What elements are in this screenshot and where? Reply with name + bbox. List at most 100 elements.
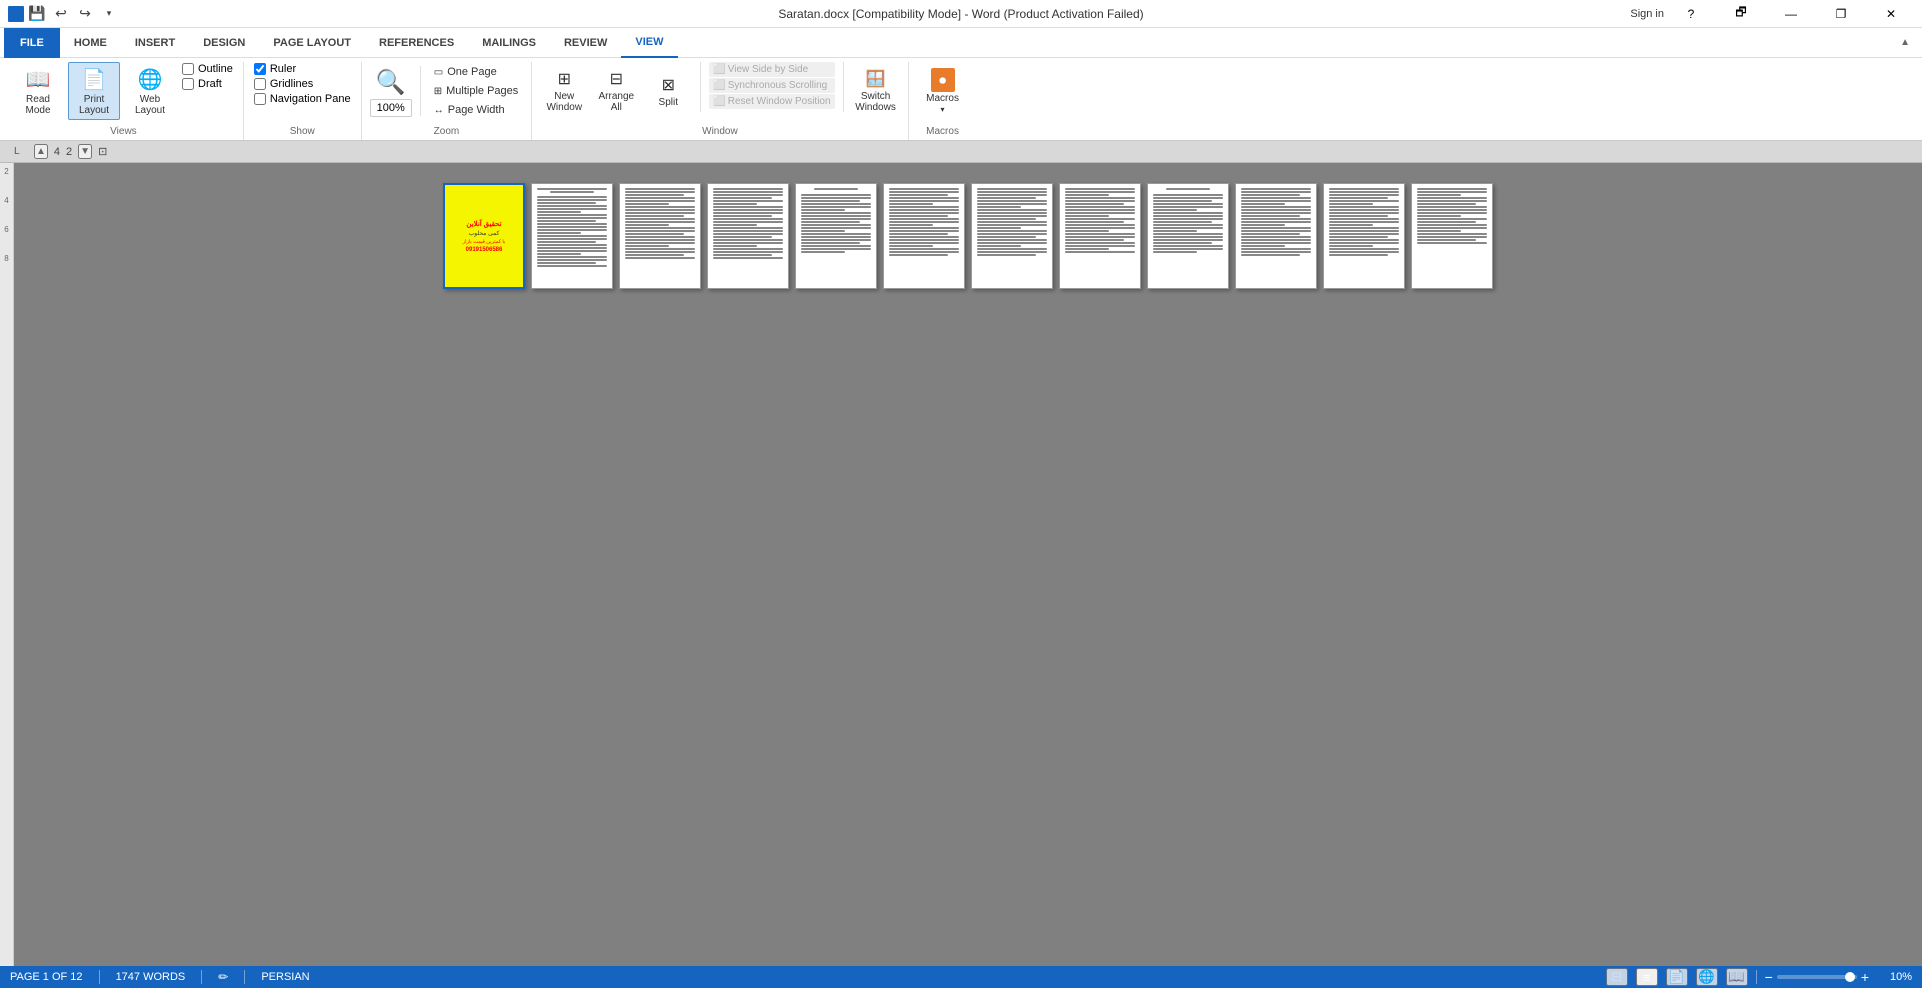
- print-layout-icon: 📄: [82, 67, 107, 92]
- page-thumb-9[interactable]: [1147, 183, 1229, 289]
- page-thumb-5[interactable]: [795, 183, 877, 289]
- view-side-icon: ⬜: [713, 64, 725, 75]
- ribbon-group-window: ⊞ NewWindow ⊟ ArrangeAll ⊠ Split ⬜: [532, 62, 908, 140]
- print-layout-button[interactable]: 📄 PrintLayout: [68, 62, 120, 120]
- zoom-plus-btn[interactable]: +: [1861, 969, 1869, 985]
- ribbon-group-show: Ruler Gridlines Navigation Pane Show: [244, 62, 362, 140]
- cover-page: تحقیق آنلاین کمی محلوب با کمترین قیمت با…: [445, 185, 523, 287]
- zoom-icon[interactable]: 🔍: [376, 68, 406, 97]
- arrange-all-button[interactable]: ⊟ ArrangeAll: [592, 62, 640, 120]
- page-thumb-10[interactable]: [1235, 183, 1317, 289]
- outline-check[interactable]: Outline: [180, 62, 235, 76]
- document-area[interactable]: تحقیق آنلاین کمی محلوب با کمترین قیمت با…: [14, 163, 1922, 966]
- window-separator2: [843, 62, 844, 112]
- nav-pane-check[interactable]: Navigation Pane: [252, 92, 353, 106]
- save-quick-btn[interactable]: 💾: [26, 3, 48, 25]
- view-side-by-side-button[interactable]: ⬜ View Side by Side: [709, 62, 834, 77]
- ribbon-group-views: 📖 ReadMode 📄 PrintLayout 🌐 WebLayout Out…: [4, 62, 244, 140]
- tab-review[interactable]: REVIEW: [550, 28, 621, 58]
- page-thumb-8[interactable]: [1059, 183, 1141, 289]
- customize-quick-btn[interactable]: ▾: [98, 3, 120, 25]
- page-text-6: [884, 184, 964, 260]
- web-layout-button[interactable]: 🌐 WebLayout: [124, 62, 176, 120]
- page-width-button[interactable]: ↔ Page Width: [429, 101, 524, 119]
- page-thumb-6[interactable]: [883, 183, 965, 289]
- tab-home[interactable]: HOME: [60, 28, 121, 58]
- page-num2: 2: [66, 146, 72, 158]
- zoom-slider[interactable]: − +: [1765, 969, 1869, 985]
- page-thumb-2[interactable]: [531, 183, 613, 289]
- prev-page-btn[interactable]: ▲: [34, 144, 48, 159]
- redo-quick-btn[interactable]: ↪: [74, 3, 96, 25]
- language-status[interactable]: PERSIAN: [261, 971, 309, 983]
- switch-windows-icon: 🪟: [866, 69, 886, 89]
- sync-scroll-label: Synchronous Scrolling: [728, 80, 828, 91]
- status-bar-right: ⊟ ≡ 📄 🌐 📖 − + 10%: [1606, 968, 1912, 986]
- minimize-button[interactable]: —: [1768, 0, 1814, 28]
- new-window-button[interactable]: ⊞ NewWindow: [540, 62, 588, 120]
- tab-view[interactable]: VIEW: [621, 28, 677, 58]
- macros-button[interactable]: ⏺ Macros ▾: [917, 62, 969, 120]
- close-button[interactable]: ✕: [1868, 0, 1914, 28]
- tab-mailings[interactable]: MAILINGS: [468, 28, 550, 58]
- split-label: Split: [659, 97, 678, 108]
- zoom-track[interactable]: [1777, 975, 1857, 979]
- page-text-12: [1412, 184, 1492, 248]
- switch-windows-button[interactable]: 🪟 SwitchWindows: [852, 62, 900, 120]
- read-mode-button[interactable]: 📖 ReadMode: [12, 62, 64, 120]
- undo-quick-btn[interactable]: ↩: [50, 3, 72, 25]
- page-thumb-3[interactable]: [619, 183, 701, 289]
- tab-insert[interactable]: INSERT: [121, 28, 189, 58]
- normal-view-btn[interactable]: ⊟: [1606, 968, 1628, 986]
- split-icon: ⊠: [662, 75, 675, 95]
- sign-in-button[interactable]: Sign in: [1630, 8, 1664, 20]
- page-thumb-12[interactable]: [1411, 183, 1493, 289]
- tab-page-layout[interactable]: PAGE LAYOUT: [259, 28, 365, 58]
- status-sep2: [201, 970, 202, 984]
- page-thumb-4[interactable]: [707, 183, 789, 289]
- help-button[interactable]: ?: [1668, 0, 1714, 28]
- read-view-btn[interactable]: 📖: [1726, 968, 1748, 986]
- status-sep1: [99, 970, 100, 984]
- outline-view-btn[interactable]: ≡: [1636, 968, 1658, 986]
- page-text-10: [1236, 184, 1316, 260]
- draft-check[interactable]: Draft: [180, 77, 235, 91]
- next-page-btn[interactable]: ▼: [78, 144, 92, 159]
- zoom-thumb[interactable]: [1845, 972, 1855, 982]
- one-page-button[interactable]: ▭ One Page: [429, 63, 524, 81]
- view-check-group: Outline Draft: [180, 62, 235, 91]
- arrange-all-icon: ⊟: [610, 69, 623, 89]
- split-button[interactable]: ⊠ Split: [644, 62, 692, 120]
- ribbon-collapse-btn[interactable]: ▲: [1892, 35, 1918, 50]
- ruler-corner-indicator: L: [14, 146, 28, 157]
- page-thumb-11[interactable]: [1323, 183, 1405, 289]
- page-text-2: [532, 184, 612, 271]
- page-num1: 4: [54, 146, 60, 158]
- edit-mode-icon[interactable]: ✏: [218, 970, 228, 984]
- ruler-check[interactable]: Ruler: [252, 62, 353, 76]
- sync-scrolling-button[interactable]: ⬜ Synchronous Scrolling: [709, 78, 834, 93]
- ribbon-display-button[interactable]: 🗗: [1718, 0, 1764, 28]
- page-indicator-row: L ▲ 4 2 ▼ ⊡: [0, 141, 1922, 163]
- page-text-7: [972, 184, 1052, 260]
- page-text-4: [708, 184, 788, 263]
- tab-design[interactable]: DESIGN: [189, 28, 259, 58]
- web-view-btn[interactable]: 🌐: [1696, 968, 1718, 986]
- tab-references[interactable]: REFERENCES: [365, 28, 468, 58]
- print-view-btn[interactable]: 📄: [1666, 968, 1688, 986]
- page-select-icon[interactable]: ⊡: [98, 145, 107, 158]
- page-thumb-1[interactable]: تحقیق آنلاین کمی محلوب با کمترین قیمت با…: [443, 183, 525, 289]
- zoom-100-button[interactable]: 100%: [370, 99, 412, 117]
- page-width-label: Page Width: [448, 104, 505, 116]
- reset-window-button[interactable]: ⬜ Reset Window Position: [709, 94, 834, 109]
- one-page-label: One Page: [447, 66, 497, 78]
- ribbon-group-macros: ⏺ Macros ▾ Macros: [909, 62, 977, 140]
- multiple-pages-button[interactable]: ⊞ Multiple Pages: [429, 82, 524, 100]
- tab-file[interactable]: FILE: [4, 28, 60, 58]
- page-thumb-7[interactable]: [971, 183, 1053, 289]
- page-text-5: [796, 184, 876, 257]
- zoom-percentage: 10%: [1877, 971, 1912, 983]
- zoom-minus-btn[interactable]: −: [1765, 969, 1773, 985]
- restore-button[interactable]: ❐: [1818, 0, 1864, 28]
- gridlines-check[interactable]: Gridlines: [252, 77, 353, 91]
